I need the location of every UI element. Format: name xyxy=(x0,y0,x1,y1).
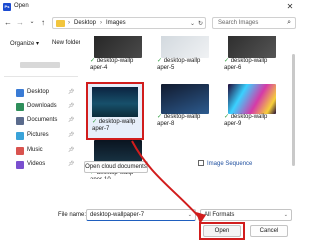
sidebar-item-pictures[interactable]: Pictures 📌︎ xyxy=(0,130,80,142)
sidebar-item-desktop[interactable]: Desktop 📌︎ xyxy=(0,87,80,99)
search-icon: ⌕ xyxy=(287,19,291,26)
music-icon xyxy=(16,147,24,155)
file-thumbnail xyxy=(228,84,276,114)
pin-icon: 📌︎ xyxy=(68,117,75,123)
refresh-icon[interactable]: ↻ xyxy=(198,20,203,27)
chevron-down-icon: ⌄ xyxy=(283,212,288,218)
file-type-select[interactable]: All Formats ⌄ xyxy=(200,209,292,221)
breadcrumb-desktop[interactable]: Desktop xyxy=(74,20,96,26)
pictures-icon xyxy=(16,132,24,140)
videos-icon xyxy=(16,161,24,169)
chevron-down-icon[interactable]: ⌄ xyxy=(188,212,192,218)
pin-icon: 📌︎ xyxy=(68,89,75,95)
close-icon[interactable]: ✕ xyxy=(284,1,296,12)
file-name: ✓ desktop-wallp aper-6 xyxy=(224,58,268,71)
file-tile[interactable]: ✓ desktop-wallp aper-5 xyxy=(153,36,209,71)
address-bar[interactable]: › Desktop › Images ⌄ ↻ xyxy=(52,17,206,29)
downloads-icon xyxy=(16,103,24,111)
sidebar-item-documents[interactable]: Documents 📌︎ xyxy=(0,115,80,127)
folder-icon xyxy=(56,20,65,27)
documents-icon xyxy=(16,117,24,125)
selected-file-tile[interactable]: ✓ desktop-wallp aper-7 xyxy=(86,82,144,140)
divider xyxy=(4,76,78,77)
file-name: ✓ desktop-wallp aper-8 xyxy=(157,114,201,127)
file-type-value: All Formats xyxy=(204,212,235,218)
navigation-pane: Desktop 📌︎ Downloads 📌︎ Documents 📌︎ Pic… xyxy=(0,52,80,179)
file-tile[interactable]: ✓ desktop-wallp aper-8 xyxy=(153,84,209,127)
chevron-down-icon[interactable]: ⌄ xyxy=(27,17,37,28)
title-bar: Ps Open ✕ xyxy=(0,0,300,14)
sidebar-item-label: Videos xyxy=(27,161,46,167)
pin-icon: 📌︎ xyxy=(68,161,75,167)
breadcrumb-separator: › xyxy=(68,20,70,26)
chevron-down-icon[interactable]: ⌄ xyxy=(190,20,195,27)
sidebar-item-videos[interactable]: Videos 📌︎ xyxy=(0,159,80,171)
sidebar-item-hidden[interactable] xyxy=(0,57,80,69)
arrow-up-icon[interactable]: ↑ xyxy=(38,17,48,28)
open-button-highlight xyxy=(199,222,245,240)
search-input[interactable]: Search Images ⌕ xyxy=(212,17,296,29)
file-thumbnail xyxy=(161,36,209,58)
checkbox-icon xyxy=(198,160,204,166)
file-thumbnail xyxy=(161,84,209,114)
arrow-right-icon[interactable]: → xyxy=(15,17,25,28)
file-name: ✓ desktop-wallp aper-4 xyxy=(90,58,134,71)
image-sequence-label: Image Sequence xyxy=(207,161,253,167)
sidebar-item-label: Documents xyxy=(27,117,58,123)
sidebar-item-label: Pictures xyxy=(27,132,49,138)
file-name-value: desktop-wallpaper-7 xyxy=(90,212,145,218)
breadcrumb-separator: › xyxy=(100,20,102,26)
file-name: ✓ desktop-wallp aper-9 xyxy=(224,114,268,127)
sidebar-item-music[interactable]: Music 📌︎ xyxy=(0,145,80,157)
file-thumbnail xyxy=(92,87,138,117)
file-thumbnail xyxy=(228,36,276,58)
arrow-left-icon[interactable]: ← xyxy=(3,17,13,28)
desktop-icon xyxy=(16,89,24,97)
pin-icon: 📌︎ xyxy=(68,132,75,138)
file-name-label: File name: xyxy=(58,212,87,218)
file-name-input[interactable]: desktop-wallpaper-7 ⌄ xyxy=(86,209,196,221)
sidebar-item-downloads[interactable]: Downloads 📌︎ xyxy=(0,101,80,113)
breadcrumb-images[interactable]: Images xyxy=(106,20,126,26)
navigation-bar: ← → ⌄ ↑ › Desktop › Images ⌄ ↻ Search Im… xyxy=(0,14,300,32)
pin-icon: 📌︎ xyxy=(68,103,75,109)
file-name: ✓ desktop-wallp aper-5 xyxy=(157,58,201,71)
sidebar-item-label: Music xyxy=(27,147,43,153)
file-name: ✓ desktop-wallp aper-7 xyxy=(92,119,136,132)
vertical-scrollbar[interactable] xyxy=(292,54,295,166)
photoshop-app-icon: Ps xyxy=(3,3,11,11)
blurred-item xyxy=(20,62,60,68)
search-placeholder: Search Images xyxy=(218,20,259,26)
sidebar-item-label: Downloads xyxy=(27,103,57,109)
organize-button[interactable]: Organize ▾ xyxy=(10,40,39,47)
window-title: Open xyxy=(14,3,29,9)
file-tile[interactable]: ✓ desktop-wallp aper-4 xyxy=(86,36,142,71)
cancel-button[interactable]: Cancel xyxy=(250,225,288,237)
new-folder-button[interactable]: New folder xyxy=(52,40,81,46)
file-thumbnail xyxy=(94,36,142,58)
pin-icon: 📌︎ xyxy=(68,147,75,153)
image-sequence-checkbox[interactable]: Image Sequence xyxy=(198,160,252,167)
open-cloud-documents-button[interactable]: Open cloud documents xyxy=(84,161,148,173)
file-tile[interactable]: ✓ desktop-wallp aper-6 xyxy=(220,36,276,71)
file-tile[interactable]: ✓ desktop-wallp aper-9 xyxy=(220,84,276,127)
sidebar-item-label: Desktop xyxy=(27,89,50,95)
file-tile[interactable]: ✓ desktop-wallpaper-10 xyxy=(86,140,142,179)
